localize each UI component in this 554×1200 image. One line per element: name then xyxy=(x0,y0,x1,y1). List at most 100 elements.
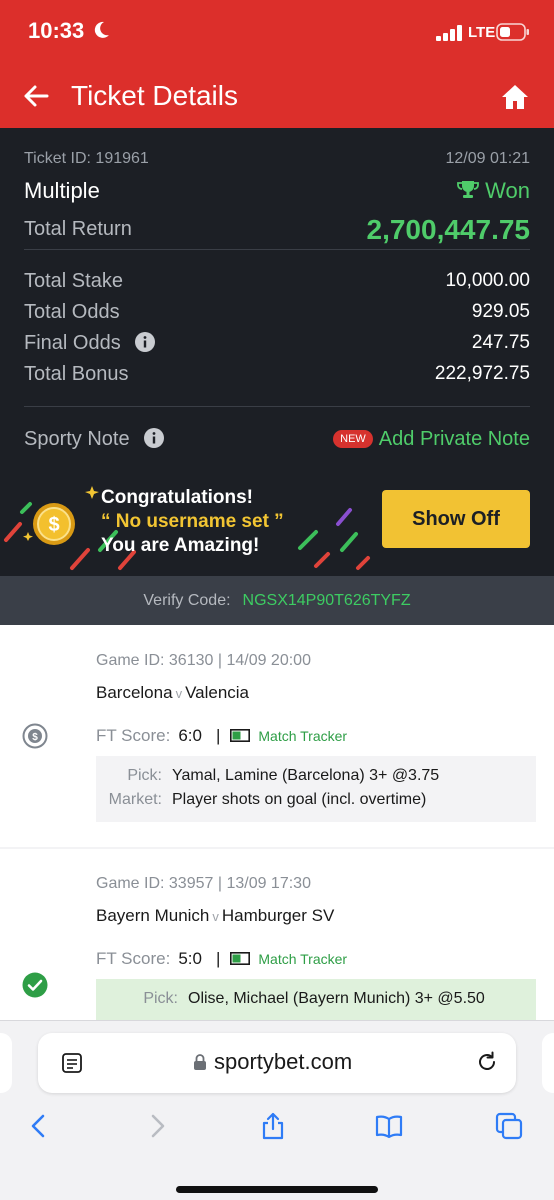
dollar-coin-icon: $ xyxy=(33,503,75,545)
pick-label: Pick: xyxy=(143,990,178,1007)
vs-label: v xyxy=(212,909,219,924)
selections-list: Game ID: 36130 | 14/09 20:00 Barcelona v V… xyxy=(0,625,554,1020)
share-icon[interactable] xyxy=(258,1111,288,1141)
odds-row: Total Odds 929.05 xyxy=(24,301,530,327)
tracker-icon xyxy=(230,729,251,742)
verify-code-label: Verify Code: xyxy=(143,592,231,609)
ticket-summary: Ticket ID: 191961 12/09 01:21 Multiple W… xyxy=(0,128,554,576)
next-tab-pill[interactable] xyxy=(542,1033,554,1093)
market-label: Market: xyxy=(108,791,162,808)
total-return-row: Total Return 2,700,447.75 xyxy=(24,214,530,248)
svg-text:$: $ xyxy=(48,514,59,536)
ft-score-label: FT Score: xyxy=(96,949,171,968)
congrats-line-3: You are Amazing! xyxy=(101,535,260,556)
match-teams: Bayern Munich v Hamburger SV xyxy=(96,906,334,926)
sporty-note-label: Sporty Note xyxy=(24,428,130,450)
match-tracker-link[interactable]: Match Tracker xyxy=(230,728,347,744)
back-icon[interactable] xyxy=(24,1111,54,1141)
match-teams: Barcelona v Valencia xyxy=(96,683,249,703)
ticket-meta-row: Ticket ID: 191961 12/09 01:21 xyxy=(24,150,530,170)
odds-value: 929.05 xyxy=(471,301,530,322)
ft-score-value: 6:0 xyxy=(178,726,202,745)
add-private-note-link[interactable]: NEW Add Private Note xyxy=(333,428,530,451)
verify-code-value[interactable]: NGSX14P90T626TYFZ xyxy=(243,592,411,609)
final-odds-label: Final Odds xyxy=(24,332,121,354)
show-off-button[interactable]: Show Off xyxy=(382,490,530,548)
status-time: 10:33 xyxy=(28,18,85,43)
back-arrow-icon[interactable] xyxy=(22,82,50,110)
stake-value: 10,000.00 xyxy=(445,270,530,291)
trophy-icon xyxy=(457,181,480,198)
ft-score-value: 5:0 xyxy=(178,949,202,968)
info-icon[interactable] xyxy=(135,332,156,352)
add-note-label: Add Private Note xyxy=(378,428,530,450)
score-separator: | xyxy=(215,949,221,968)
ticket-status: Won xyxy=(457,178,530,204)
battery-icon xyxy=(496,23,529,41)
home-team: Bayern Munich xyxy=(96,906,210,925)
bonus-value: 222,972.75 xyxy=(434,363,530,384)
lock-icon xyxy=(194,1054,206,1070)
ticket-type: Multiple xyxy=(24,178,100,203)
pick-row: Pick: Yamal, Lamine (Barcelona) 3+ @3.75 xyxy=(96,764,536,788)
app-header: 10:33 LTE Ticket Details xyxy=(0,0,554,128)
game-meta: Game ID: 36130 | 14/09 20:00 xyxy=(96,652,311,669)
score-separator: | xyxy=(215,726,221,745)
reader-mode-icon[interactable] xyxy=(60,1051,84,1075)
selection-card: Game ID: 33957 | 13/09 17:30 Bayern Muni… xyxy=(0,849,554,1020)
pick-value: Yamal, Lamine (Barcelona) 3+ @3.75 xyxy=(172,767,440,784)
cashout-coin-icon: $ xyxy=(22,723,48,749)
ticket-status-label: Won xyxy=(485,178,530,203)
verify-code-bar: Verify Code: NGSX14P90T626TYFZ xyxy=(0,576,554,625)
pick-box: Pick: Olise, Michael (Bayern Munich) 3+ @… xyxy=(96,979,536,1020)
congrats-banner: $ Congratulations! “ No username set ” Y… xyxy=(0,480,554,576)
bookmarks-icon[interactable] xyxy=(374,1111,404,1141)
ft-score-label: FT Score: xyxy=(96,726,171,745)
ticket-id: Ticket ID: 191961 xyxy=(24,150,149,167)
tabs-icon[interactable] xyxy=(494,1111,524,1141)
ticket-type-row: Multiple Won xyxy=(24,178,530,206)
sporty-note-row: Sporty Note NEW Add Private Note xyxy=(24,428,530,454)
forward-icon[interactable] xyxy=(142,1111,172,1141)
divider xyxy=(24,406,530,407)
tracker-icon xyxy=(230,952,251,965)
page-title: Ticket Details xyxy=(71,80,239,111)
ft-score-row: FT Score: 6:0 | Match Tracker xyxy=(96,726,347,746)
signal-icon xyxy=(436,25,462,41)
info-icon[interactable] xyxy=(144,428,165,448)
moon-icon xyxy=(94,21,109,38)
away-team: Hamburger SV xyxy=(221,906,335,925)
odds-label: Total Odds xyxy=(24,301,120,323)
congrats-line-1: Congratulations! xyxy=(101,487,253,508)
network-label: LTE xyxy=(468,24,496,41)
away-team: Valencia xyxy=(185,683,250,702)
pick-label: Pick: xyxy=(127,767,162,784)
pick-value: Olise, Michael (Bayern Munich) 3+ @5.50 xyxy=(188,990,485,1007)
pick-row: Pick: Olise, Michael (Bayern Munich) 3+ @… xyxy=(96,987,536,1011)
divider xyxy=(24,249,530,250)
previous-tab-pill[interactable] xyxy=(0,1033,12,1093)
market-value: Player shots on goal (incl. overtime) xyxy=(172,791,427,808)
congrats-text: Congratulations! “ No username set ” You… xyxy=(101,486,284,558)
game-meta: Game ID: 33957 | 13/09 17:30 xyxy=(96,875,311,892)
home-icon[interactable] xyxy=(500,82,530,112)
status-bar: 10:33 LTE xyxy=(0,0,554,66)
match-tracker-link[interactable]: Match Tracker xyxy=(230,951,347,967)
bonus-label: Total Bonus xyxy=(24,363,129,385)
home-indicator xyxy=(176,1186,378,1193)
match-tracker-label: Match Tracker xyxy=(258,951,348,967)
vs-label: v xyxy=(175,686,183,701)
total-return-value: 2,700,447.75 xyxy=(366,214,531,245)
bonus-row: Total Bonus 222,972.75 xyxy=(24,363,530,389)
ticket-datetime: 12/09 01:21 xyxy=(445,150,530,167)
final-odds-value: 247.75 xyxy=(471,332,530,353)
browser-toolbar: sportybet.com xyxy=(0,1020,554,1200)
address-bar[interactable]: sportybet.com xyxy=(38,1033,516,1093)
final-odds-row: Final Odds 247.75 xyxy=(24,332,530,358)
new-badge: NEW xyxy=(333,430,373,448)
svg-text:$: $ xyxy=(32,732,38,743)
reload-icon[interactable] xyxy=(474,1049,500,1075)
url-text: sportybet.com xyxy=(214,1049,353,1074)
total-return-label: Total Return xyxy=(24,218,132,240)
pick-box: Pick: Yamal, Lamine (Barcelona) 3+ @3.75 … xyxy=(96,756,536,822)
